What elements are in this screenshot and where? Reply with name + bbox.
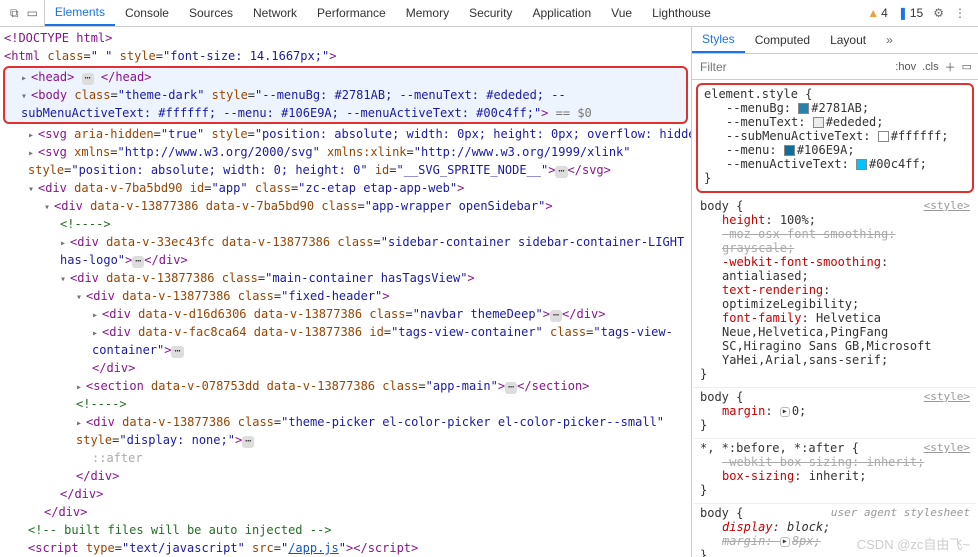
tab-sources[interactable]: Sources bbox=[179, 0, 243, 26]
tab-application[interactable]: Application bbox=[522, 0, 601, 26]
warning-icon: ▲ bbox=[867, 6, 879, 20]
theme-picker[interactable]: ▸<div data-v-13877386 class="theme-picke… bbox=[0, 413, 691, 449]
styles-panel: Styles Computed Layout » :hov .cls ＋ ▭ e… bbox=[691, 27, 978, 557]
computed-tab[interactable]: Computed bbox=[745, 27, 820, 53]
app-wrapper[interactable]: ▾<div data-v-13877386 data-v-7ba5bd90 cl… bbox=[0, 197, 691, 215]
close-maincont2[interactable]: </div> bbox=[0, 485, 691, 503]
messages-badge[interactable]: ❚15 bbox=[898, 6, 923, 20]
app-main[interactable]: ▸<section data-v-078753dd data-v-1387738… bbox=[0, 377, 691, 395]
rule-body-ua[interactable]: user agent stylesheet body { display: bl… bbox=[694, 504, 976, 557]
tab-security[interactable]: Security bbox=[459, 0, 522, 26]
rule-body-2[interactable]: <style> body { margin: ▸0; } bbox=[694, 388, 976, 439]
tags-view[interactable]: ▸<div data-v-fac8ca64 data-v-13877386 id… bbox=[0, 323, 691, 359]
toolbar-right-group: ▲4 ❚15 ⚙ ⋮ bbox=[859, 6, 974, 20]
gear-icon[interactable]: ⚙ bbox=[933, 6, 944, 20]
warnings-badge[interactable]: ▲4 bbox=[867, 6, 888, 20]
head-node[interactable]: ▸<head> ⋯ </head> bbox=[5, 68, 686, 86]
doctype-node[interactable]: <!DOCTYPE html> bbox=[0, 29, 691, 47]
styles-tab[interactable]: Styles bbox=[692, 27, 745, 53]
comment-1[interactable]: <!----> bbox=[0, 215, 691, 233]
tab-performance[interactable]: Performance bbox=[307, 0, 396, 26]
svg2-node[interactable]: ▸<svg xmlns="http://www.w3.org/2000/svg"… bbox=[0, 143, 691, 179]
filter-tools: :hov .cls ＋ ▭ bbox=[889, 59, 978, 75]
panel-tabs: Elements Console Sources Network Perform… bbox=[45, 0, 859, 26]
styles-tabs: Styles Computed Layout » bbox=[692, 27, 978, 54]
rules-list[interactable]: element.style { --menuBg: #2781AB; --men… bbox=[692, 80, 978, 557]
main-container[interactable]: ▾<div data-v-13877386 class="main-contai… bbox=[0, 269, 691, 287]
rule-body-1[interactable]: <style> body { height: 100%; -moz-osx-fo… bbox=[694, 197, 976, 388]
elements-tree[interactable]: <!DOCTYPE html> <html class=" " style="f… bbox=[0, 27, 691, 557]
fixed-header[interactable]: ▾<div data-v-13877386 class="fixed-heade… bbox=[0, 287, 691, 305]
more-icon[interactable]: ⋮ bbox=[954, 6, 966, 20]
toolbar-left-group: ⧉ ▭ bbox=[4, 0, 45, 26]
styles-more-icon[interactable]: ▭ bbox=[962, 60, 972, 73]
highlighted-selection: ▸<head> ⋯ </head> ▾<body class="theme-da… bbox=[3, 66, 688, 124]
rule-source-link[interactable]: <style> bbox=[924, 441, 970, 454]
new-rule-icon[interactable]: ＋ bbox=[945, 59, 956, 75]
close-wrapper[interactable]: </div> bbox=[0, 503, 691, 521]
tab-network[interactable]: Network bbox=[243, 0, 307, 26]
rule-source-link[interactable]: <style> bbox=[924, 390, 970, 403]
main-split: <!DOCTYPE html> <html class=" " style="f… bbox=[0, 27, 978, 557]
device-icon[interactable]: ▭ bbox=[27, 6, 38, 20]
rule-source-link[interactable]: <style> bbox=[924, 199, 970, 212]
rule-source-ua: user agent stylesheet bbox=[831, 506, 970, 519]
devtools-toolbar: ⧉ ▭ Elements Console Sources Network Per… bbox=[0, 0, 978, 27]
tab-console[interactable]: Console bbox=[115, 0, 179, 26]
body-open[interactable]: ▾<body class="theme-dark" style="--menuB… bbox=[5, 86, 686, 122]
cls-toggle[interactable]: .cls bbox=[922, 61, 939, 73]
built-comment[interactable]: <!-- built files will be auto injected -… bbox=[0, 521, 691, 539]
filter-input[interactable] bbox=[692, 60, 889, 74]
close-maincont1[interactable]: </div> bbox=[0, 467, 691, 485]
inspect-icon[interactable]: ⧉ bbox=[10, 6, 19, 21]
filter-row: :hov .cls ＋ ▭ bbox=[692, 54, 978, 80]
sidebar-container[interactable]: ▸<div data-v-33ec43fc data-v-13877386 cl… bbox=[0, 233, 691, 269]
navbar[interactable]: ▸<div data-v-d16d6306 data-v-13877386 cl… bbox=[0, 305, 691, 323]
svg1-node[interactable]: ▸<svg aria-hidden="true" style="position… bbox=[0, 125, 691, 143]
tab-memory[interactable]: Memory bbox=[396, 0, 459, 26]
hov-toggle[interactable]: :hov bbox=[895, 61, 916, 73]
layout-tab[interactable]: Layout bbox=[820, 27, 876, 53]
rule-element-style[interactable]: element.style { --menuBg: #2781AB; --men… bbox=[696, 83, 974, 193]
message-icon: ❚ bbox=[898, 6, 908, 20]
tab-elements[interactable]: Elements bbox=[45, 0, 115, 26]
app-div[interactable]: ▾<div data-v-7ba5bd90 id="app" class="zc… bbox=[0, 179, 691, 197]
comment-2[interactable]: <!----> bbox=[0, 395, 691, 413]
tab-vue[interactable]: Vue bbox=[601, 0, 642, 26]
close-fixed-header[interactable]: </div> bbox=[0, 359, 691, 377]
tab-lighthouse[interactable]: Lighthouse bbox=[642, 0, 721, 26]
script-node[interactable]: <script type="text/javascript" src="/app… bbox=[0, 539, 691, 557]
styles-more[interactable]: » bbox=[876, 27, 903, 53]
pseudo-after[interactable]: ::after bbox=[0, 449, 691, 467]
html-open[interactable]: <html class=" " style="font-size: 14.166… bbox=[0, 47, 691, 65]
rule-star[interactable]: <style> *, *:before, *:after { -webkit-b… bbox=[694, 439, 976, 504]
